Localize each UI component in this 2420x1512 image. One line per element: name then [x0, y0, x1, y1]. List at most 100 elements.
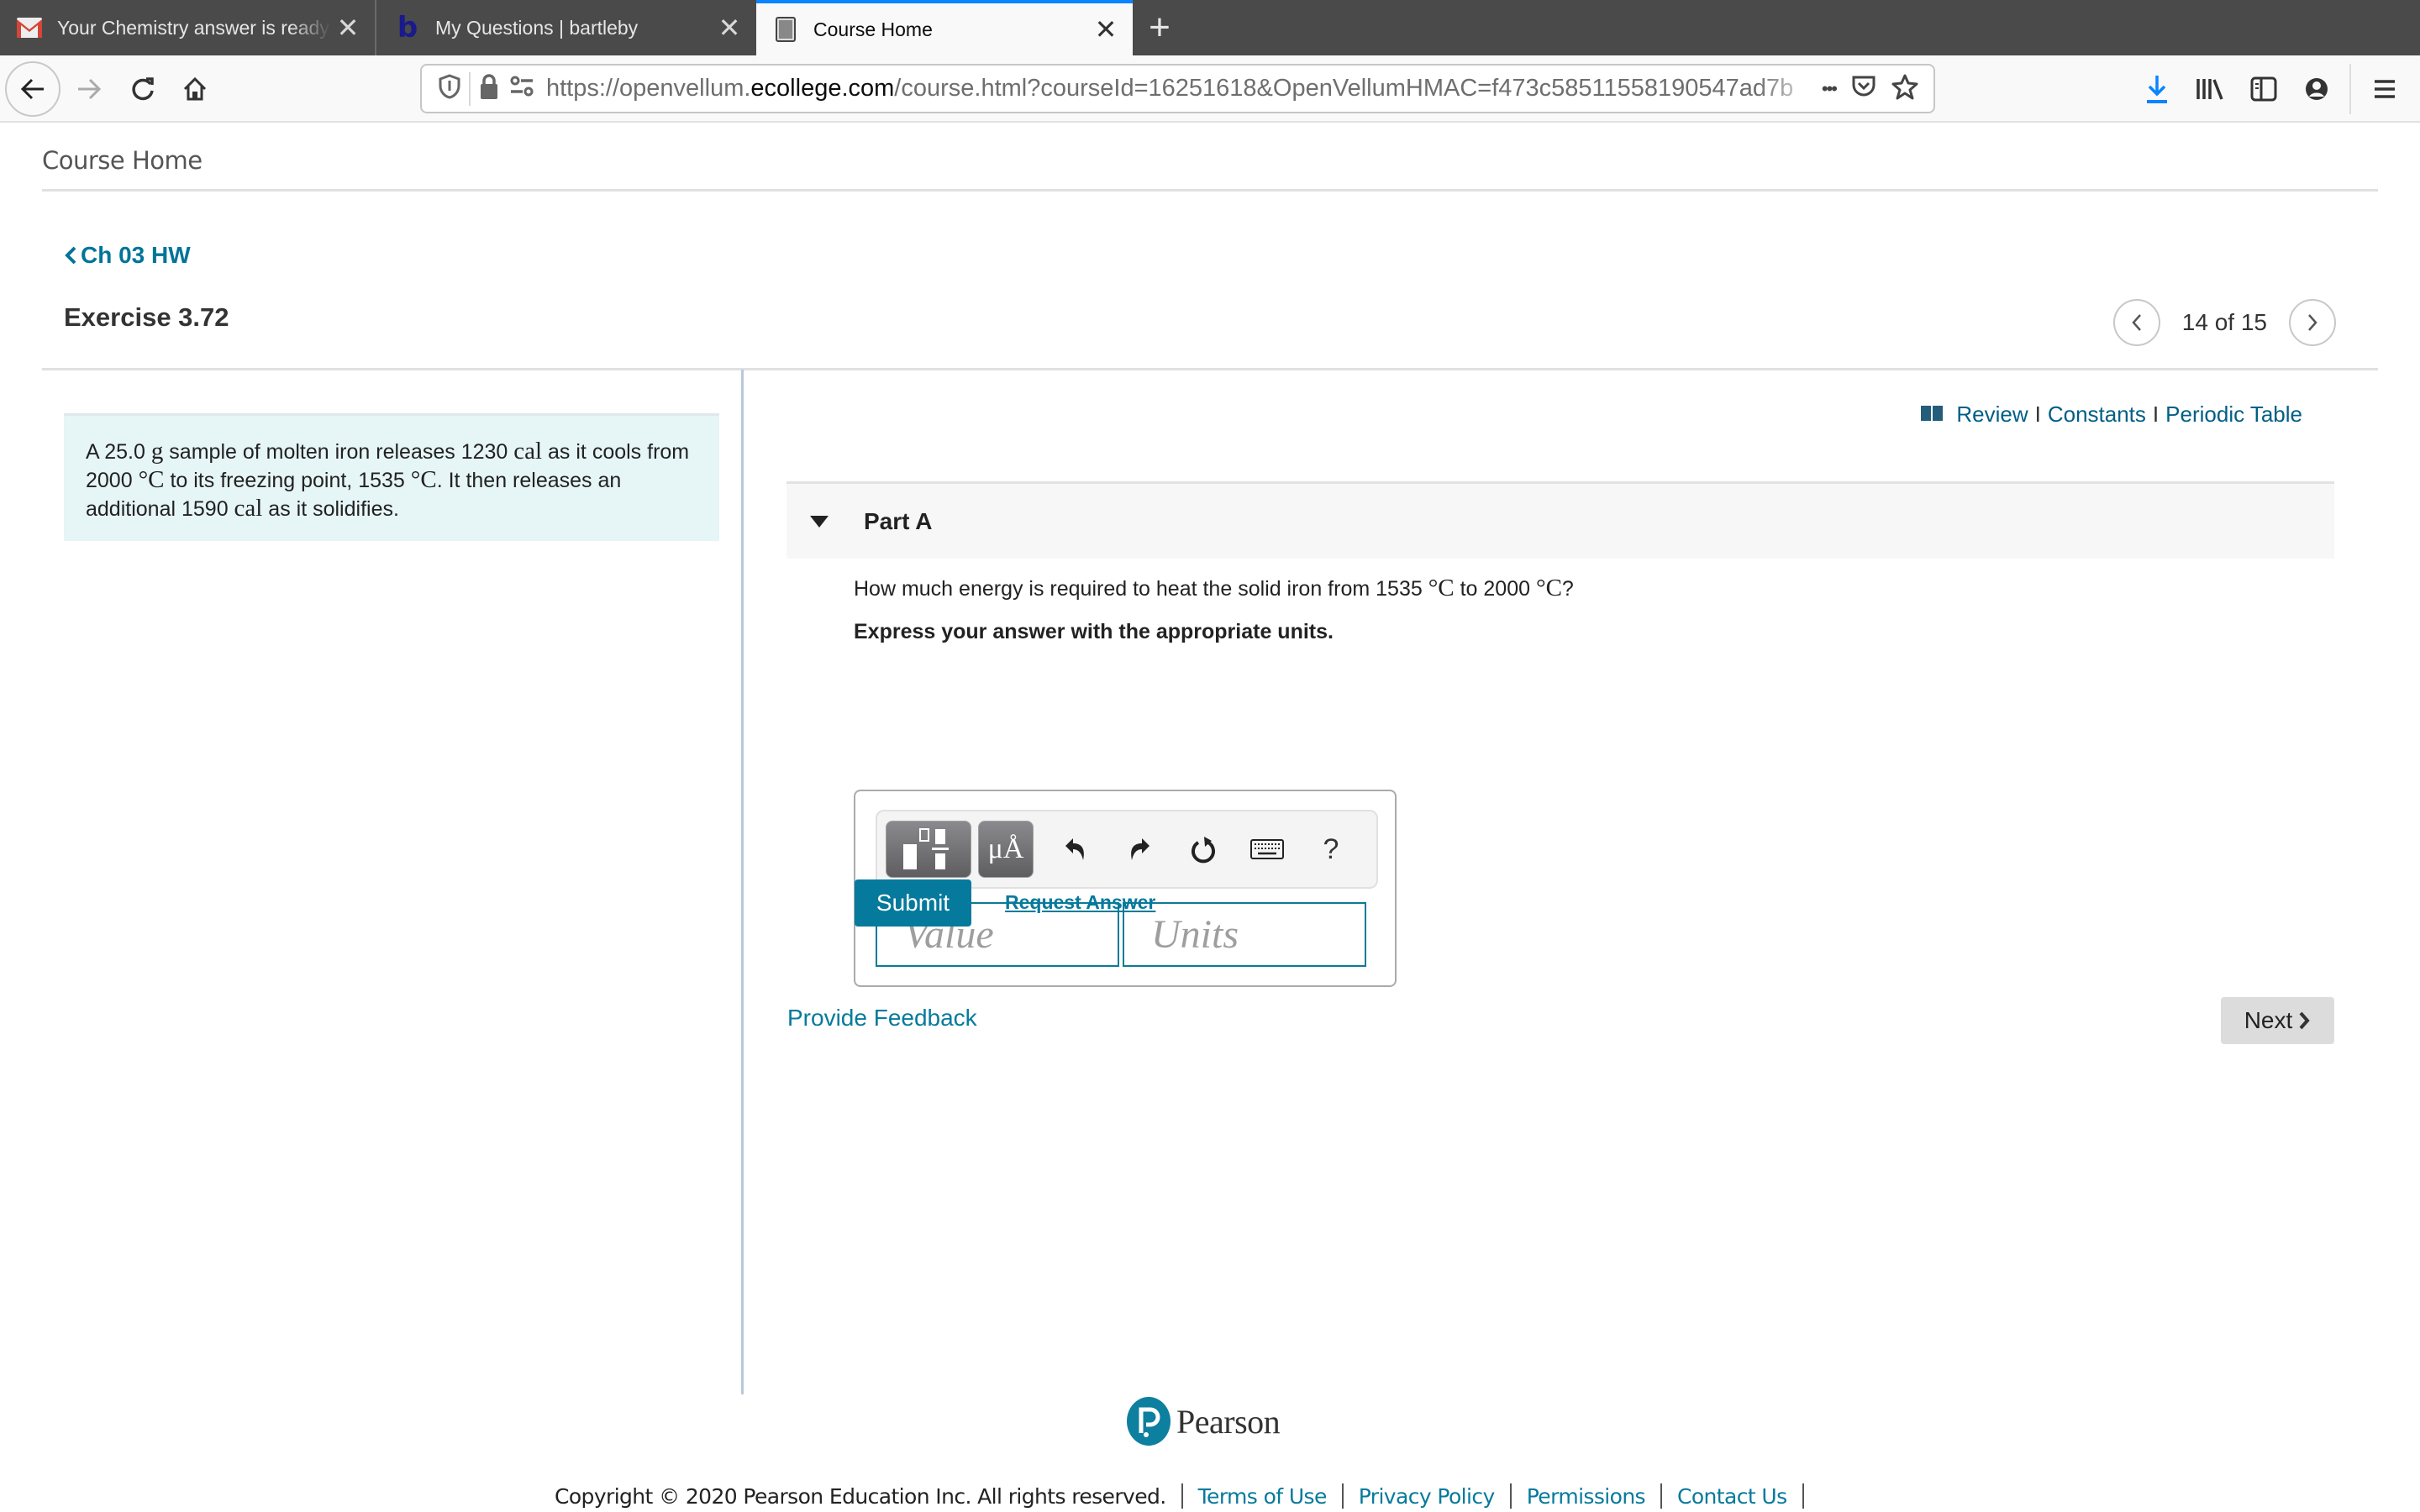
text: ?	[1561, 577, 1574, 601]
copyright-text: Copyright © 2020 Pearson Education Inc. …	[555, 1483, 1166, 1509]
next-button[interactable]: Next	[2221, 997, 2334, 1044]
request-answer-link[interactable]: Request Answer	[1005, 891, 1155, 914]
download-icon	[2147, 76, 2167, 103]
browser-tab-bar: Your Chemistry answer is ready ✕ b My Qu…	[0, 0, 2420, 55]
url-text[interactable]: https://openvellum.ecollege.com/course.h…	[546, 75, 1822, 102]
home-button[interactable]	[166, 60, 224, 118]
page-content: Course Home Ch 03 HW Exercise 3.72 14 of…	[0, 124, 2420, 1512]
close-tab-icon[interactable]: ✕	[713, 12, 746, 44]
collapse-triangle-icon[interactable]	[810, 515, 829, 528]
question-text: How much energy is required to heat the …	[854, 575, 1574, 602]
redo-button[interactable]	[1107, 821, 1171, 878]
browser-toolbar: https://openvellum.ecollege.com/course.h…	[0, 55, 2420, 123]
text: as it solidifies.	[262, 497, 399, 521]
separator	[1509, 1483, 1512, 1509]
sidebar-icon	[2250, 76, 2277, 102]
submit-button[interactable]: Submit	[855, 879, 971, 927]
math-unit: cal	[234, 495, 263, 522]
tab-gmail[interactable]: Your Chemistry answer is ready ✕	[0, 0, 376, 55]
chevron-right-icon	[2299, 1011, 2310, 1030]
account-icon	[2306, 78, 2328, 100]
answer-instructions: Express your answer with the appropriate…	[854, 620, 1334, 643]
library-icon	[2196, 79, 2223, 100]
url-prefix: https://openvellum.	[546, 75, 751, 102]
lock-icon[interactable]	[479, 73, 499, 104]
separator	[1341, 1483, 1344, 1509]
templates-button[interactable]	[886, 821, 971, 878]
pocket-icon[interactable]	[1851, 75, 1876, 102]
bookmark-star-icon[interactable]	[1891, 73, 1918, 104]
hamburger-menu-icon	[2375, 80, 2395, 98]
contact-us-link[interactable]: Contact Us	[1677, 1484, 1787, 1509]
privacy-policy-link[interactable]: Privacy Policy	[1359, 1484, 1496, 1509]
terms-of-use-link[interactable]: Terms of Use	[1198, 1484, 1328, 1509]
bartleby-icon: b	[397, 11, 418, 45]
units-input[interactable]	[1123, 902, 1366, 967]
arrow-left-icon	[20, 78, 44, 100]
part-title: Part A	[864, 507, 933, 534]
next-label: Next	[2244, 1007, 2293, 1033]
sidebar-button[interactable]	[2250, 55, 2277, 123]
close-tab-icon[interactable]: ✕	[1089, 13, 1123, 45]
previous-item-button[interactable]	[2112, 299, 2160, 346]
math-unit: cal	[513, 438, 543, 465]
account-button[interactable]	[2304, 55, 2329, 123]
book-icon	[1921, 402, 1944, 428]
address-bar[interactable]: https://openvellum.ecollege.com/course.h…	[420, 64, 1935, 113]
tab-bartleby[interactable]: b My Questions | bartleby ✕	[378, 0, 756, 55]
back-link-label: Ch 03 HW	[81, 242, 191, 268]
library-button[interactable]	[2195, 55, 2223, 123]
tracking-protection-shield-icon[interactable]	[439, 74, 460, 103]
constants-link[interactable]: Constants	[2048, 402, 2146, 428]
tab-title: My Questions | bartleby	[435, 16, 639, 39]
redo-icon	[1131, 838, 1150, 860]
back-to-assignment-link[interactable]: Ch 03 HW	[64, 242, 191, 269]
exercise-title: Exercise 3.72	[64, 302, 229, 332]
help-button[interactable]: ?	[1299, 821, 1363, 878]
forward-button[interactable]	[60, 60, 118, 118]
undo-button[interactable]	[1044, 821, 1107, 878]
review-link[interactable]: Review	[1956, 402, 2028, 428]
pearson-p-icon	[1127, 1397, 1171, 1446]
math-unit: °C	[1535, 575, 1562, 601]
permissions-icon[interactable]	[509, 76, 534, 102]
problem-statement: A 25.0 g sample of molten iron releases …	[64, 413, 719, 541]
text: How much energy is required to heat the …	[854, 577, 1428, 601]
home-icon	[183, 76, 207, 101]
back-button[interactable]	[5, 61, 60, 117]
column-divider	[741, 370, 744, 1394]
url-path: /course.html?courseId=16251618&OpenVellu…	[894, 75, 1794, 102]
keyboard-button[interactable]	[1235, 821, 1299, 878]
periodic-table-link[interactable]: Periodic Table	[2165, 402, 2302, 428]
new-tab-button[interactable]: +	[1134, 0, 1185, 55]
text: to 2000	[1454, 577, 1536, 601]
pager-count: 14 of 15	[2181, 309, 2267, 335]
tab-course-home[interactable]: Course Home ✕	[756, 0, 1133, 55]
units-symbols-button[interactable]: μÅ	[978, 821, 1034, 878]
close-tab-icon[interactable]: ✕	[331, 12, 365, 44]
menu-button[interactable]	[2349, 64, 2396, 114]
reload-button[interactable]	[114, 60, 171, 118]
page-icon	[773, 17, 798, 42]
footer: Copyright © 2020 Pearson Education Inc. …	[555, 1483, 1819, 1509]
tab-title: Your Chemistry answer is ready	[57, 16, 329, 39]
separator: I	[2152, 402, 2160, 427]
permissions-link[interactable]: Permissions	[1527, 1484, 1646, 1509]
next-item-button[interactable]	[2289, 299, 2336, 346]
course-home-title[interactable]: Course Home	[42, 146, 203, 175]
reload-icon	[132, 77, 154, 101]
separator	[1181, 1483, 1183, 1509]
reset-button[interactable]	[1171, 821, 1235, 878]
url-domain: ecollege.com	[750, 75, 895, 102]
chevron-right-icon	[2308, 314, 2317, 331]
provide-feedback-link[interactable]: Provide Feedback	[787, 1005, 977, 1032]
arrow-right-icon	[78, 78, 102, 100]
downloads-button[interactable]	[2144, 55, 2170, 123]
text: A 25.0	[86, 440, 151, 464]
item-pager: 14 of 15	[2112, 299, 2336, 346]
math-unit: °C	[1428, 575, 1455, 601]
separator	[1660, 1483, 1662, 1509]
page-actions-icon[interactable]: •••	[1822, 78, 1838, 100]
part-a-header[interactable]: Part A	[786, 481, 2334, 559]
math-unit: °C	[138, 466, 165, 493]
